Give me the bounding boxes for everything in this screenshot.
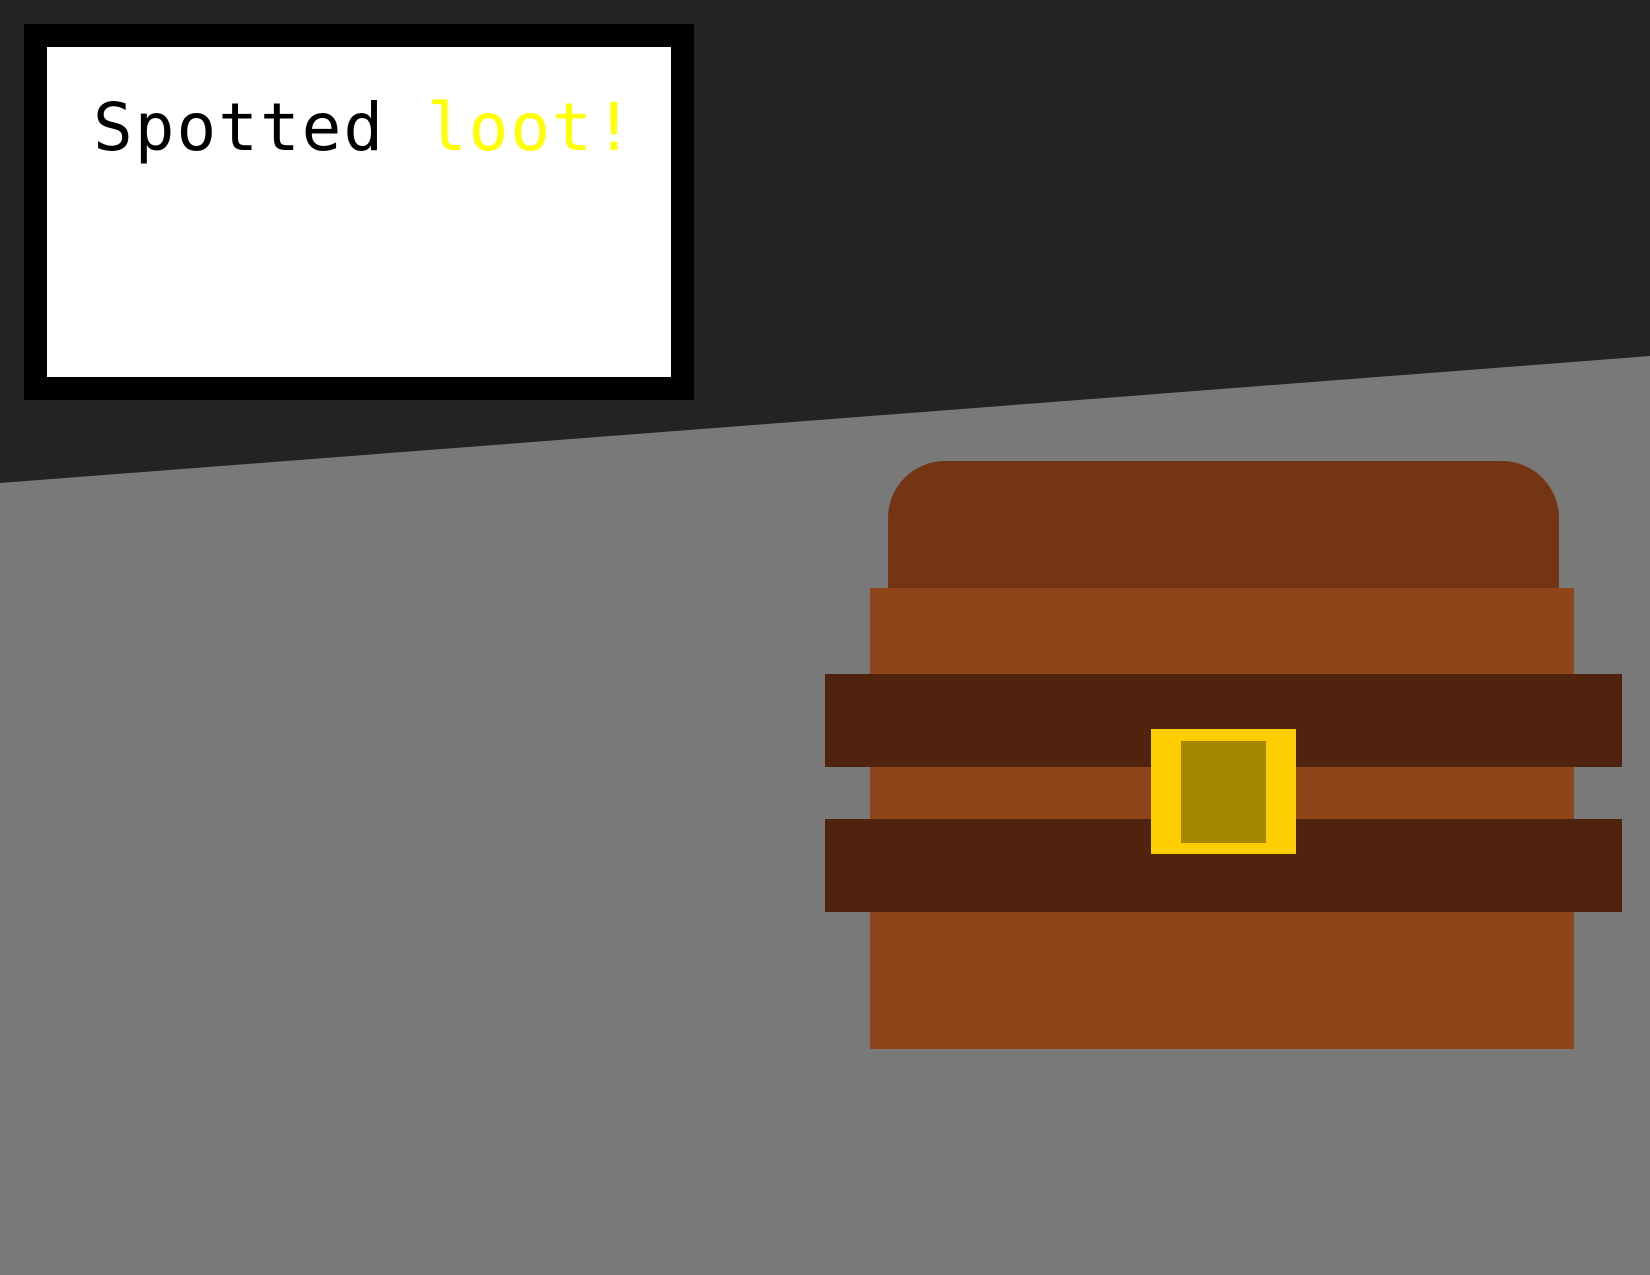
padlock-icon[interactable]: [1151, 729, 1296, 854]
chest-lid: [888, 461, 1559, 588]
lock-plate: [1181, 741, 1266, 843]
dialog-message: Spotted loot!: [93, 95, 636, 161]
treasure-chest-icon[interactable]: [825, 461, 1622, 1049]
dialog-message-highlight: loot!: [426, 89, 636, 166]
dialog-message-prefix: Spotted: [93, 89, 386, 166]
dialog-box[interactable]: Spotted loot!: [24, 24, 694, 400]
